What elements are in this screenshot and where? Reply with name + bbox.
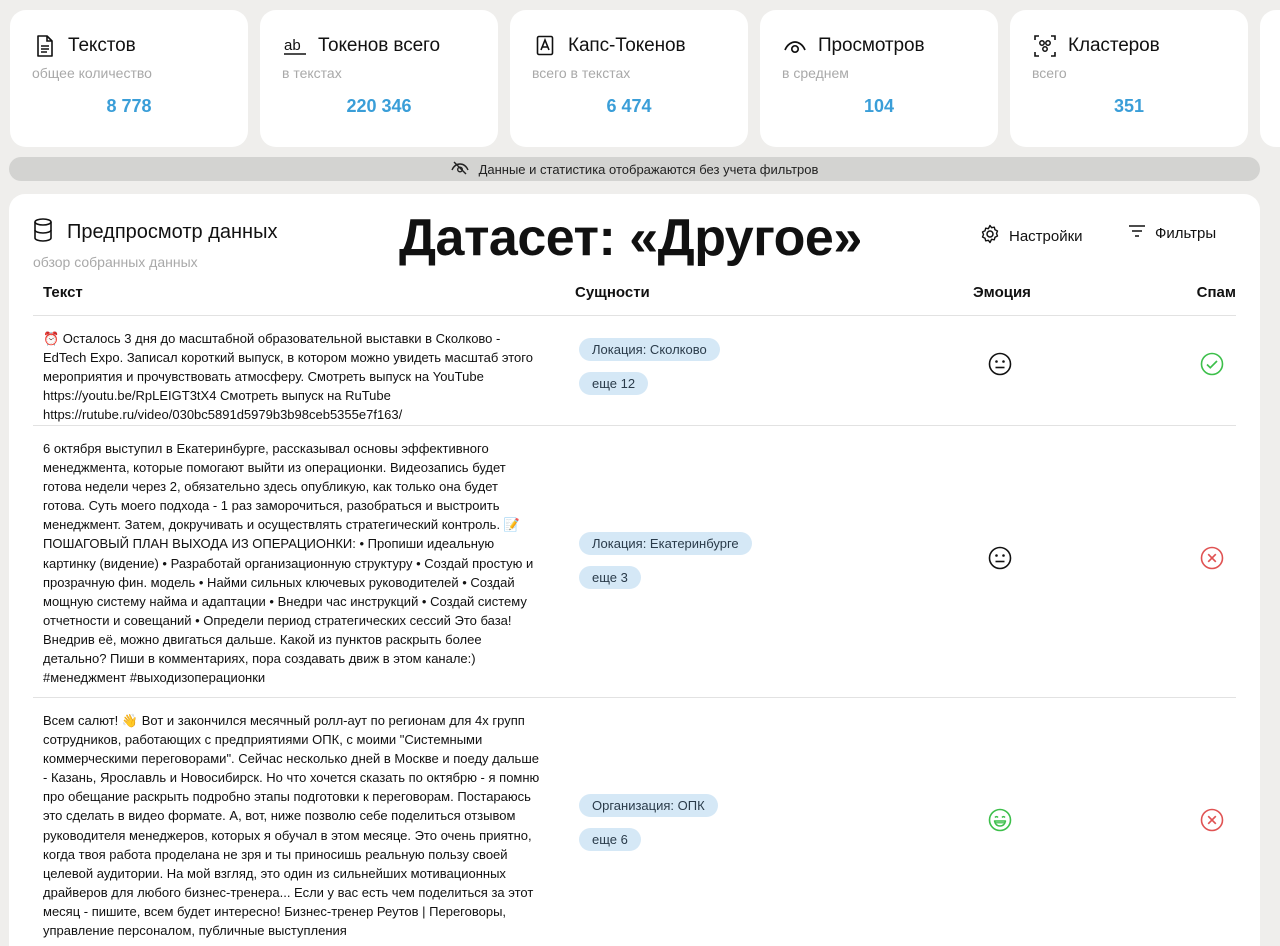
stat-card-views: Просмотров в среднем 104 [760,10,998,147]
row-text: 6 октября выступил в Екатеринбурге, расс… [43,441,534,686]
table-row[interactable]: ⏰ Осталось 3 дня до масштабной образоват… [33,316,1236,426]
more-entities-chip[interactable]: еще 12 [579,372,649,395]
stat-title: Текстов [68,35,136,56]
filters-label: Фильтры [1155,224,1217,242]
table-row[interactable]: 6 октября выступил в Екатеринбурге, расс… [33,426,1236,698]
settings-button[interactable]: Настройки [980,224,1083,248]
stat-value: 351 [1113,96,1145,116]
entities-cell: Организация: ОПК еще 6 [579,794,718,851]
stat-value: 220 346 [346,96,412,116]
neutral-face-icon [988,352,1012,376]
table-row[interactable]: Всем салют! 👋 Вот и закончился месячный … [33,698,1236,946]
stat-subtitle: всего [1032,65,1067,81]
data-preview-panel: Предпросмотр данных обзор собранных данн… [9,194,1260,946]
eye-off-icon [450,161,469,178]
stat-card-caps-tokens: Капс-Токенов всего в текстах 6 474 [510,10,748,147]
ab-text-icon: ab [282,34,308,58]
stat-subtitle: в текстах [282,65,342,81]
notice-text: Данные и статистика отображаются без уче… [478,161,819,177]
filter-icon [1128,224,1146,242]
grinning-face-icon [988,808,1012,832]
stat-title: Просмотров [818,35,925,56]
panel-title: Предпросмотр данных [67,221,278,243]
entities-cell: Локация: Сколково еще 12 [579,338,720,395]
stat-card-texts: Текстов общее количество 8 778 [10,10,248,147]
stat-title: Капс-Токенов [568,35,686,56]
stat-title: Токенов всего [318,35,440,56]
column-header-spam[interactable]: Спам [1197,284,1236,301]
stat-card-clusters: Кластеров всего 351 [1010,10,1248,147]
stat-card-tokens: ab Токенов всего в текстах 220 346 [260,10,498,147]
cluster-icon [1032,34,1058,58]
stat-title: Кластеров [1068,35,1160,56]
panel-subtitle: обзор собранных данных [33,254,198,270]
column-header-emotion[interactable]: Эмоция [973,284,1031,301]
more-entities-chip[interactable]: еще 3 [579,566,641,589]
filters-button[interactable]: Фильтры [1128,224,1216,242]
x-circle-icon [1200,808,1224,832]
entity-chip[interactable]: Локация: Екатеринбурге [579,532,752,555]
stat-card-partial [1260,10,1280,147]
neutral-face-icon [988,546,1012,570]
dataset-title: Датасет: «Другое» [399,209,862,267]
entities-cell: Локация: Екатеринбурге еще 3 [579,532,752,589]
stat-subtitle: общее количество [32,65,152,81]
filters-notice: Данные и статистика отображаются без уче… [9,157,1260,181]
settings-label: Настройки [1009,227,1083,245]
row-text: ⏰ Осталось 3 дня до масштабной образоват… [43,331,533,423]
eye-icon [782,34,808,58]
database-icon [33,218,53,247]
entity-chip[interactable]: Организация: ОПК [579,794,718,817]
panel-header: Предпросмотр данных обзор собранных данн… [33,218,277,270]
stat-value: 6 474 [606,96,652,116]
gear-icon [980,224,1000,248]
stat-subtitle: в среднем [782,65,849,81]
x-circle-icon [1200,546,1224,570]
column-header-text[interactable]: Текст [43,284,83,301]
svg-text:ab: ab [284,37,301,54]
table-header: Текст Сущности Эмоция Спам [33,282,1236,316]
check-circle-icon [1200,352,1224,376]
column-header-entities[interactable]: Сущности [575,284,650,301]
entity-chip[interactable]: Локация: Сколково [579,338,720,361]
stats-cards: Текстов общее количество 8 778 ab Токено… [10,10,1280,147]
stat-value: 104 [863,96,895,116]
document-icon [32,34,58,58]
more-entities-chip[interactable]: еще 6 [579,828,641,851]
stat-subtitle: всего в текстах [532,65,631,81]
row-text: Всем салют! 👋 Вот и закончился месячный … [43,713,540,939]
capital-letter-icon [532,34,558,58]
stat-value: 8 778 [106,96,152,116]
